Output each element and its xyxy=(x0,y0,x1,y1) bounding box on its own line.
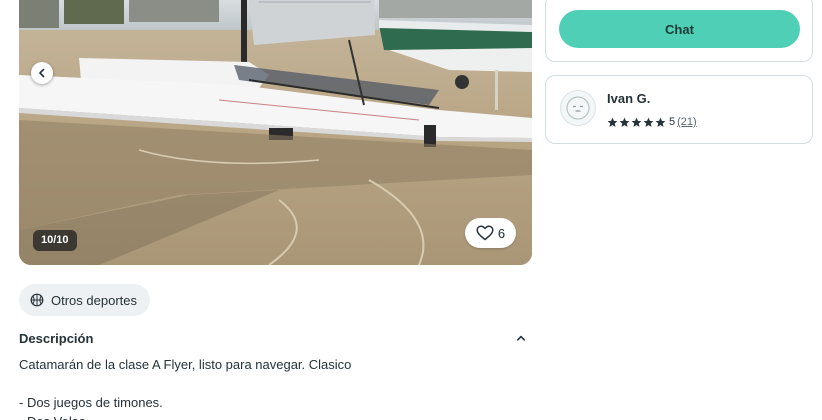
review-count-link[interactable]: (21) xyxy=(677,116,697,128)
chat-button[interactable]: Chat xyxy=(559,10,800,48)
star-icon xyxy=(607,117,618,127)
image-counter: 10/10 xyxy=(33,230,77,251)
face-placeholder-icon xyxy=(566,96,590,120)
favorite-button[interactable]: 6 xyxy=(465,218,516,248)
chat-card: Chat xyxy=(545,0,813,62)
avatar xyxy=(560,90,596,126)
seller-rating: 5 (21) xyxy=(607,116,697,128)
catamaran-photo xyxy=(19,0,532,265)
description-text: Catamarán de la clase A Flyer, listo par… xyxy=(19,355,532,420)
basketball-icon xyxy=(30,293,44,307)
rating-value: 5 xyxy=(669,116,676,128)
seller-card[interactable]: Ivan G. 5 (21) xyxy=(545,75,813,144)
image-gallery[interactable]: 10/10 6 xyxy=(19,0,532,265)
heart-icon xyxy=(476,225,494,241)
description-line: - Dos juegos de timones. xyxy=(19,395,163,410)
description-toggle[interactable]: Descripción xyxy=(19,328,532,348)
category-chip[interactable]: Otros deportes xyxy=(19,284,150,316)
chevron-left-icon xyxy=(39,68,45,78)
star-icon xyxy=(631,117,642,127)
rating-stars xyxy=(607,117,666,128)
star-icon xyxy=(619,117,630,127)
description-title: Descripción xyxy=(19,330,94,346)
description-line: - Dos Velas xyxy=(19,412,532,420)
description-line xyxy=(19,374,532,393)
category-label: Otros deportes xyxy=(51,292,137,308)
description-line: Catamarán de la clase A Flyer, listo par… xyxy=(19,357,352,372)
favorites-count: 6 xyxy=(497,225,506,241)
previous-image-button[interactable] xyxy=(31,62,53,84)
seller-name: Ivan G. xyxy=(607,91,651,106)
chevron-up-icon xyxy=(517,335,525,341)
star-icon xyxy=(643,117,654,127)
star-icon xyxy=(655,117,666,127)
